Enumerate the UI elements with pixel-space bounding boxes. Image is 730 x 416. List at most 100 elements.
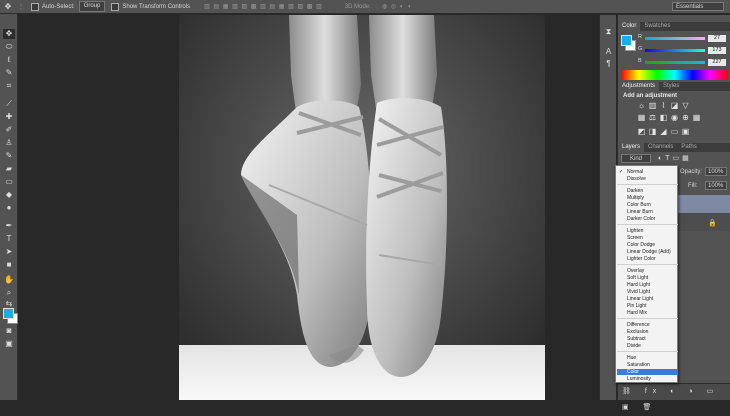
r-slider[interactable] — [645, 37, 705, 40]
show-transform-checkbox[interactable] — [111, 2, 120, 11]
selected-layer-row[interactable] — [678, 195, 730, 213]
history-panel-icon[interactable]: ⧗ — [603, 27, 614, 37]
opacity-field[interactable]: 100% — [705, 167, 727, 176]
tab-swatches[interactable]: Swatches — [640, 22, 674, 31]
blend-mode-item[interactable]: Lighter Color — [627, 256, 656, 262]
selective-color-icon[interactable]: ▣ — [680, 127, 691, 137]
posterize-icon[interactable]: ◨ — [647, 127, 658, 137]
eraser-tool-icon[interactable]: ▰ — [3, 164, 15, 174]
gradient-tool-icon[interactable]: ▭ — [3, 177, 15, 187]
history-brush-tool-icon[interactable]: ✎ — [3, 151, 15, 161]
blend-mode-item[interactable]: Color Burn — [627, 202, 651, 208]
blend-mode-item-highlighted[interactable]: Color — [617, 369, 678, 375]
blend-mode-item[interactable]: Lighten — [627, 228, 643, 234]
threshold-icon[interactable]: ◢ — [658, 127, 669, 137]
blend-mode-item[interactable]: Vivid Light — [627, 289, 650, 295]
clone-stamp-tool-icon[interactable]: ♙ — [3, 138, 15, 148]
gradient-map-icon[interactable]: ▭ — [669, 127, 680, 137]
paragraph-panel-icon[interactable]: ¶ — [603, 59, 614, 69]
blend-mode-item[interactable]: Linear Light — [627, 296, 653, 302]
tab-adjustments[interactable]: Adjustments — [618, 82, 660, 91]
blend-mode-menu[interactable]: ✓ Normal Dissolve Darken Multiply Color … — [615, 165, 678, 383]
dodge-tool-icon[interactable]: ● — [3, 203, 15, 213]
black-white-icon[interactable]: ◧ — [658, 113, 669, 123]
blend-mode-item[interactable]: Saturation — [627, 362, 650, 368]
b-value[interactable]: 227 — [708, 59, 726, 66]
blend-mode-item[interactable]: Linear Burn — [627, 209, 653, 215]
r-value[interactable]: 27 — [708, 35, 726, 42]
pen-tool-icon[interactable]: ✒ — [3, 221, 15, 231]
photo-filter-icon[interactable]: ◉ — [669, 113, 680, 123]
color-balance-icon[interactable]: ⚖ — [647, 113, 658, 123]
color-lookup-icon[interactable]: ▦ — [691, 113, 702, 123]
align-icons[interactable]: ▥ ▤ ▦ ▧ ▨ ▩ ▥ ▤ ▦ ▧ ▨ ▩ ▥ — [204, 3, 323, 10]
b-slider[interactable] — [645, 61, 705, 64]
blend-mode-item[interactable]: Screen — [627, 235, 643, 241]
blend-mode-item[interactable]: Soft Light — [627, 275, 648, 281]
vibrance-icon[interactable]: ▽ — [680, 101, 691, 111]
blend-mode-item[interactable]: Color Dodge — [627, 242, 655, 248]
blend-mode-item[interactable]: Normal — [627, 169, 643, 175]
g-slider[interactable] — [645, 49, 705, 52]
brush-tool-icon[interactable]: ✐ — [3, 125, 15, 135]
kind-filter-dropdown[interactable]: Kind — [621, 154, 651, 163]
invert-icon[interactable]: ◩ — [636, 127, 647, 137]
g-value[interactable]: 173 — [708, 47, 726, 54]
character-panel-icon[interactable]: A — [603, 47, 614, 57]
path-select-tool-icon[interactable]: ➤ — [3, 247, 15, 257]
blend-mode-item[interactable]: Linear Dodge (Add) — [627, 249, 671, 255]
healing-brush-tool-icon[interactable]: ✚ — [3, 112, 15, 122]
blend-mode-item[interactable]: Divide — [627, 343, 641, 349]
blend-mode-item[interactable]: Darken — [627, 188, 643, 194]
blend-mode-item[interactable]: Dissolve — [627, 176, 646, 182]
blend-mode-item[interactable]: Difference — [627, 322, 650, 328]
workspace-dropdown[interactable]: Essentials — [672, 2, 724, 11]
levels-icon[interactable]: ▥ — [647, 101, 658, 111]
blend-mode-item[interactable]: Exclusion — [627, 329, 648, 335]
zoom-tool-icon[interactable]: ⌕ — [3, 288, 15, 298]
blend-mode-item[interactable]: Hue — [627, 355, 636, 361]
marquee-tool-icon[interactable]: ⬭ — [3, 42, 15, 52]
blend-mode-item[interactable]: Overlay — [627, 268, 644, 274]
fg-color-chip[interactable] — [621, 35, 632, 46]
screen-mode-icon[interactable]: ▣ — [3, 339, 15, 349]
document-image[interactable] — [179, 15, 545, 400]
eyedropper-tool-icon[interactable]: ⟋ — [3, 99, 15, 109]
auto-select-checkbox[interactable] — [31, 2, 39, 11]
tab-layers[interactable]: Layers — [618, 143, 645, 152]
exposure-icon[interactable]: ◪ — [669, 101, 680, 111]
blend-mode-item[interactable]: Pin Light — [627, 303, 646, 309]
crop-tool-icon[interactable]: ⌗ — [3, 81, 15, 91]
channel-mixer-icon[interactable]: ⊕ — [680, 113, 691, 123]
hand-tool-icon[interactable]: ✋ — [3, 275, 15, 285]
move-tool-icon[interactable]: ✥ — [2, 2, 14, 12]
blend-mode-item[interactable]: Multiply — [627, 195, 644, 201]
brightness-contrast-icon[interactable]: ☼ — [636, 101, 647, 111]
auto-select-dropdown[interactable]: Group — [78, 1, 106, 12]
blend-mode-item[interactable]: Darker Color — [627, 216, 655, 222]
fill-field[interactable]: 100% — [705, 181, 727, 190]
layer-filter-icons[interactable]: ◐T▭▦ — [658, 154, 692, 162]
3d-mode-icons[interactable]: ◌ ◍ ◎ ◐ ◑ — [375, 3, 412, 10]
blend-mode-item[interactable]: Luminosity — [627, 376, 651, 382]
blend-mode-item[interactable]: Hard Mix — [627, 310, 647, 316]
lasso-tool-icon[interactable]: ℓ — [3, 55, 15, 65]
hue-saturation-icon[interactable]: ▦ — [636, 113, 647, 123]
quick-select-tool-icon[interactable]: ✎ — [3, 68, 15, 78]
blend-mode-item[interactable]: Hard Light — [627, 282, 650, 288]
shape-tool-icon[interactable]: ■ — [3, 260, 15, 270]
tab-channels[interactable]: Channels — [644, 143, 677, 152]
tab-color[interactable]: Color — [618, 22, 641, 31]
blend-mode-item[interactable]: Subtract — [627, 336, 646, 342]
quick-mask-icon[interactable]: ◙ — [3, 326, 15, 336]
curves-icon[interactable]: ⌇ — [658, 101, 669, 111]
color-spectrum-bar[interactable] — [621, 70, 728, 80]
type-tool-icon[interactable]: T — [3, 234, 15, 244]
layer-row[interactable] — [678, 213, 730, 231]
tab-styles[interactable]: Styles — [659, 82, 683, 91]
layers-footer-icons[interactable]: ⛓ fx ◐ ◑ ▭ ▣ 🗑 — [618, 383, 730, 411]
foreground-color-swatch[interactable] — [3, 308, 14, 319]
tab-paths[interactable]: Paths — [677, 143, 700, 152]
move-tool-icon[interactable]: ✥ — [3, 29, 15, 39]
blur-tool-icon[interactable]: ◆ — [3, 190, 15, 200]
